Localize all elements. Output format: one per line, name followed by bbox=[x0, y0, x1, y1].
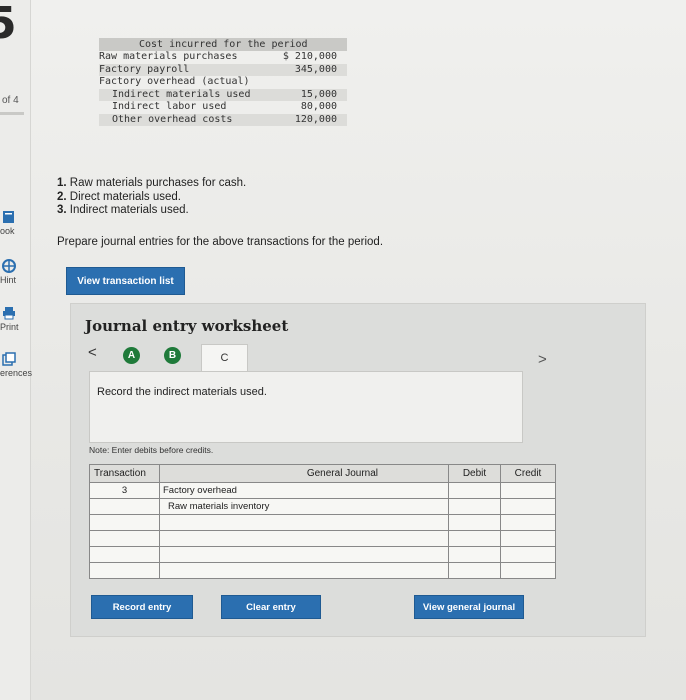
column-header-debit: Debit bbox=[448, 464, 501, 483]
cost-row: Raw materials purchases $ 210,000 bbox=[99, 51, 347, 64]
record-instruction: Record the indirect materials used. bbox=[97, 386, 267, 398]
cost-table-header: Cost incurred for the period bbox=[99, 38, 347, 51]
task-text: Direct materials used. bbox=[69, 190, 182, 203]
sidebar-item-print[interactable]: Print bbox=[0, 306, 30, 332]
task-text: Raw materials purchases for cash. bbox=[69, 177, 247, 189]
task-text: Indirect materials used. bbox=[69, 204, 189, 216]
sidebar-item-label: Print bbox=[0, 322, 19, 332]
table-row bbox=[89, 514, 556, 531]
cost-label: Factory overhead (actual) bbox=[99, 76, 250, 87]
credit-cell[interactable] bbox=[500, 546, 556, 563]
view-general-journal-button[interactable]: View general journal bbox=[414, 595, 524, 619]
account-cell[interactable] bbox=[159, 562, 449, 579]
credit-cell[interactable] bbox=[500, 514, 556, 531]
table-row bbox=[89, 546, 556, 563]
sidebar-item-label: erences bbox=[0, 368, 33, 378]
note-text: Note: Enter debits before credits. bbox=[89, 445, 214, 455]
credit-cell[interactable] bbox=[500, 562, 556, 579]
cost-label: Factory payroll bbox=[99, 63, 190, 75]
sidebar-item-label: ook bbox=[0, 226, 15, 236]
cost-row: Indirect materials used 15,000 bbox=[99, 88, 347, 101]
task-number: 2. bbox=[57, 190, 67, 203]
debit-cell[interactable] bbox=[448, 482, 501, 499]
task-item: 1. Raw materials purchases for cash. bbox=[57, 177, 246, 191]
view-transaction-list-button[interactable]: View transaction list bbox=[66, 267, 185, 295]
transaction-cell bbox=[89, 498, 160, 515]
cost-label: Indirect labor used bbox=[112, 101, 227, 112]
book-icon bbox=[2, 210, 16, 224]
account-cell[interactable] bbox=[159, 514, 449, 531]
cost-row: Other overhead costs 120,000 bbox=[99, 113, 347, 126]
journal-table: Transaction General Journal Debit Credit… bbox=[89, 464, 556, 579]
instruction-box bbox=[89, 371, 523, 443]
tab-c[interactable]: C bbox=[201, 344, 248, 371]
worksheet-title: Journal entry worksheet bbox=[85, 317, 289, 335]
credit-cell[interactable] bbox=[500, 498, 556, 515]
task-number: 3. bbox=[57, 204, 67, 216]
references-icon bbox=[2, 352, 16, 366]
clear-entry-button[interactable]: Clear entry bbox=[221, 595, 321, 619]
sidebar-item-references[interactable]: erences bbox=[0, 352, 33, 378]
transaction-cell bbox=[89, 546, 160, 563]
credit-cell[interactable] bbox=[500, 530, 556, 547]
debit-cell[interactable] bbox=[448, 562, 501, 579]
task-list: 1. Raw materials purchases for cash. 2. … bbox=[57, 177, 246, 218]
debit-cell[interactable] bbox=[448, 498, 501, 515]
cost-row: Indirect labor used 80,000 bbox=[99, 101, 347, 114]
transaction-cell: 3 bbox=[89, 482, 160, 499]
table-row bbox=[89, 530, 556, 547]
cost-label: Other overhead costs bbox=[112, 113, 233, 125]
cost-amount: 345,000 bbox=[294, 63, 337, 75]
cost-label: Indirect materials used bbox=[112, 88, 251, 100]
debit-cell[interactable] bbox=[448, 514, 501, 531]
table-row bbox=[89, 562, 556, 579]
sidebar-item-label: Hint bbox=[0, 275, 17, 285]
chevron-left-icon[interactable]: < bbox=[88, 344, 97, 361]
column-header-transaction: Transaction bbox=[89, 464, 160, 483]
question-number: 5 bbox=[0, 0, 17, 49]
cost-amount: $ 210,000 bbox=[282, 51, 337, 62]
table-row: 3 Factory overhead bbox=[89, 482, 556, 499]
cost-table: Cost incurred for the period Raw materia… bbox=[99, 38, 347, 126]
tab-a[interactable]: A bbox=[123, 347, 140, 364]
record-entry-button[interactable]: Record entry bbox=[91, 595, 193, 619]
cost-label: Raw materials purchases bbox=[99, 51, 238, 62]
column-header-credit: Credit bbox=[500, 464, 556, 483]
globe-icon bbox=[2, 259, 16, 273]
sidebar-item-ebook[interactable]: ook bbox=[0, 210, 30, 236]
task-number: 1. bbox=[57, 177, 67, 189]
account-cell[interactable] bbox=[159, 546, 449, 563]
debit-cell[interactable] bbox=[448, 530, 501, 547]
cost-row: Factory payroll 345,000 bbox=[99, 63, 347, 76]
debit-cell[interactable] bbox=[448, 546, 501, 563]
cost-row: Factory overhead (actual) bbox=[99, 76, 347, 89]
sidebar: 5 of 4 ook Hint Print erences bbox=[0, 0, 33, 700]
credit-cell[interactable] bbox=[500, 482, 556, 499]
account-cell[interactable]: Factory overhead bbox=[159, 482, 449, 499]
account-cell[interactable] bbox=[159, 530, 449, 547]
tab-b[interactable]: B bbox=[164, 347, 181, 364]
transaction-cell bbox=[89, 530, 160, 547]
account-cell[interactable]: Raw materials inventory bbox=[159, 498, 449, 515]
cost-amount: 120,000 bbox=[294, 113, 337, 125]
printer-icon bbox=[2, 306, 16, 320]
page-indicator: of 4 bbox=[2, 95, 19, 106]
column-header-general-journal: General Journal bbox=[159, 464, 449, 483]
transaction-cell bbox=[89, 562, 160, 579]
task-item: 2. Direct materials used. bbox=[57, 191, 246, 205]
instructions: Prepare journal entries for the above tr… bbox=[57, 236, 384, 248]
transaction-cell bbox=[89, 514, 160, 531]
table-row: Raw materials inventory bbox=[89, 498, 556, 515]
chevron-right-icon[interactable]: > bbox=[538, 351, 547, 368]
page-progress-bar bbox=[0, 112, 24, 115]
cost-amount: 80,000 bbox=[300, 101, 337, 112]
task-item: 3. Indirect materials used. bbox=[57, 204, 246, 218]
sidebar-item-hint[interactable]: Hint bbox=[0, 259, 30, 285]
cost-amount: 15,000 bbox=[300, 88, 337, 100]
